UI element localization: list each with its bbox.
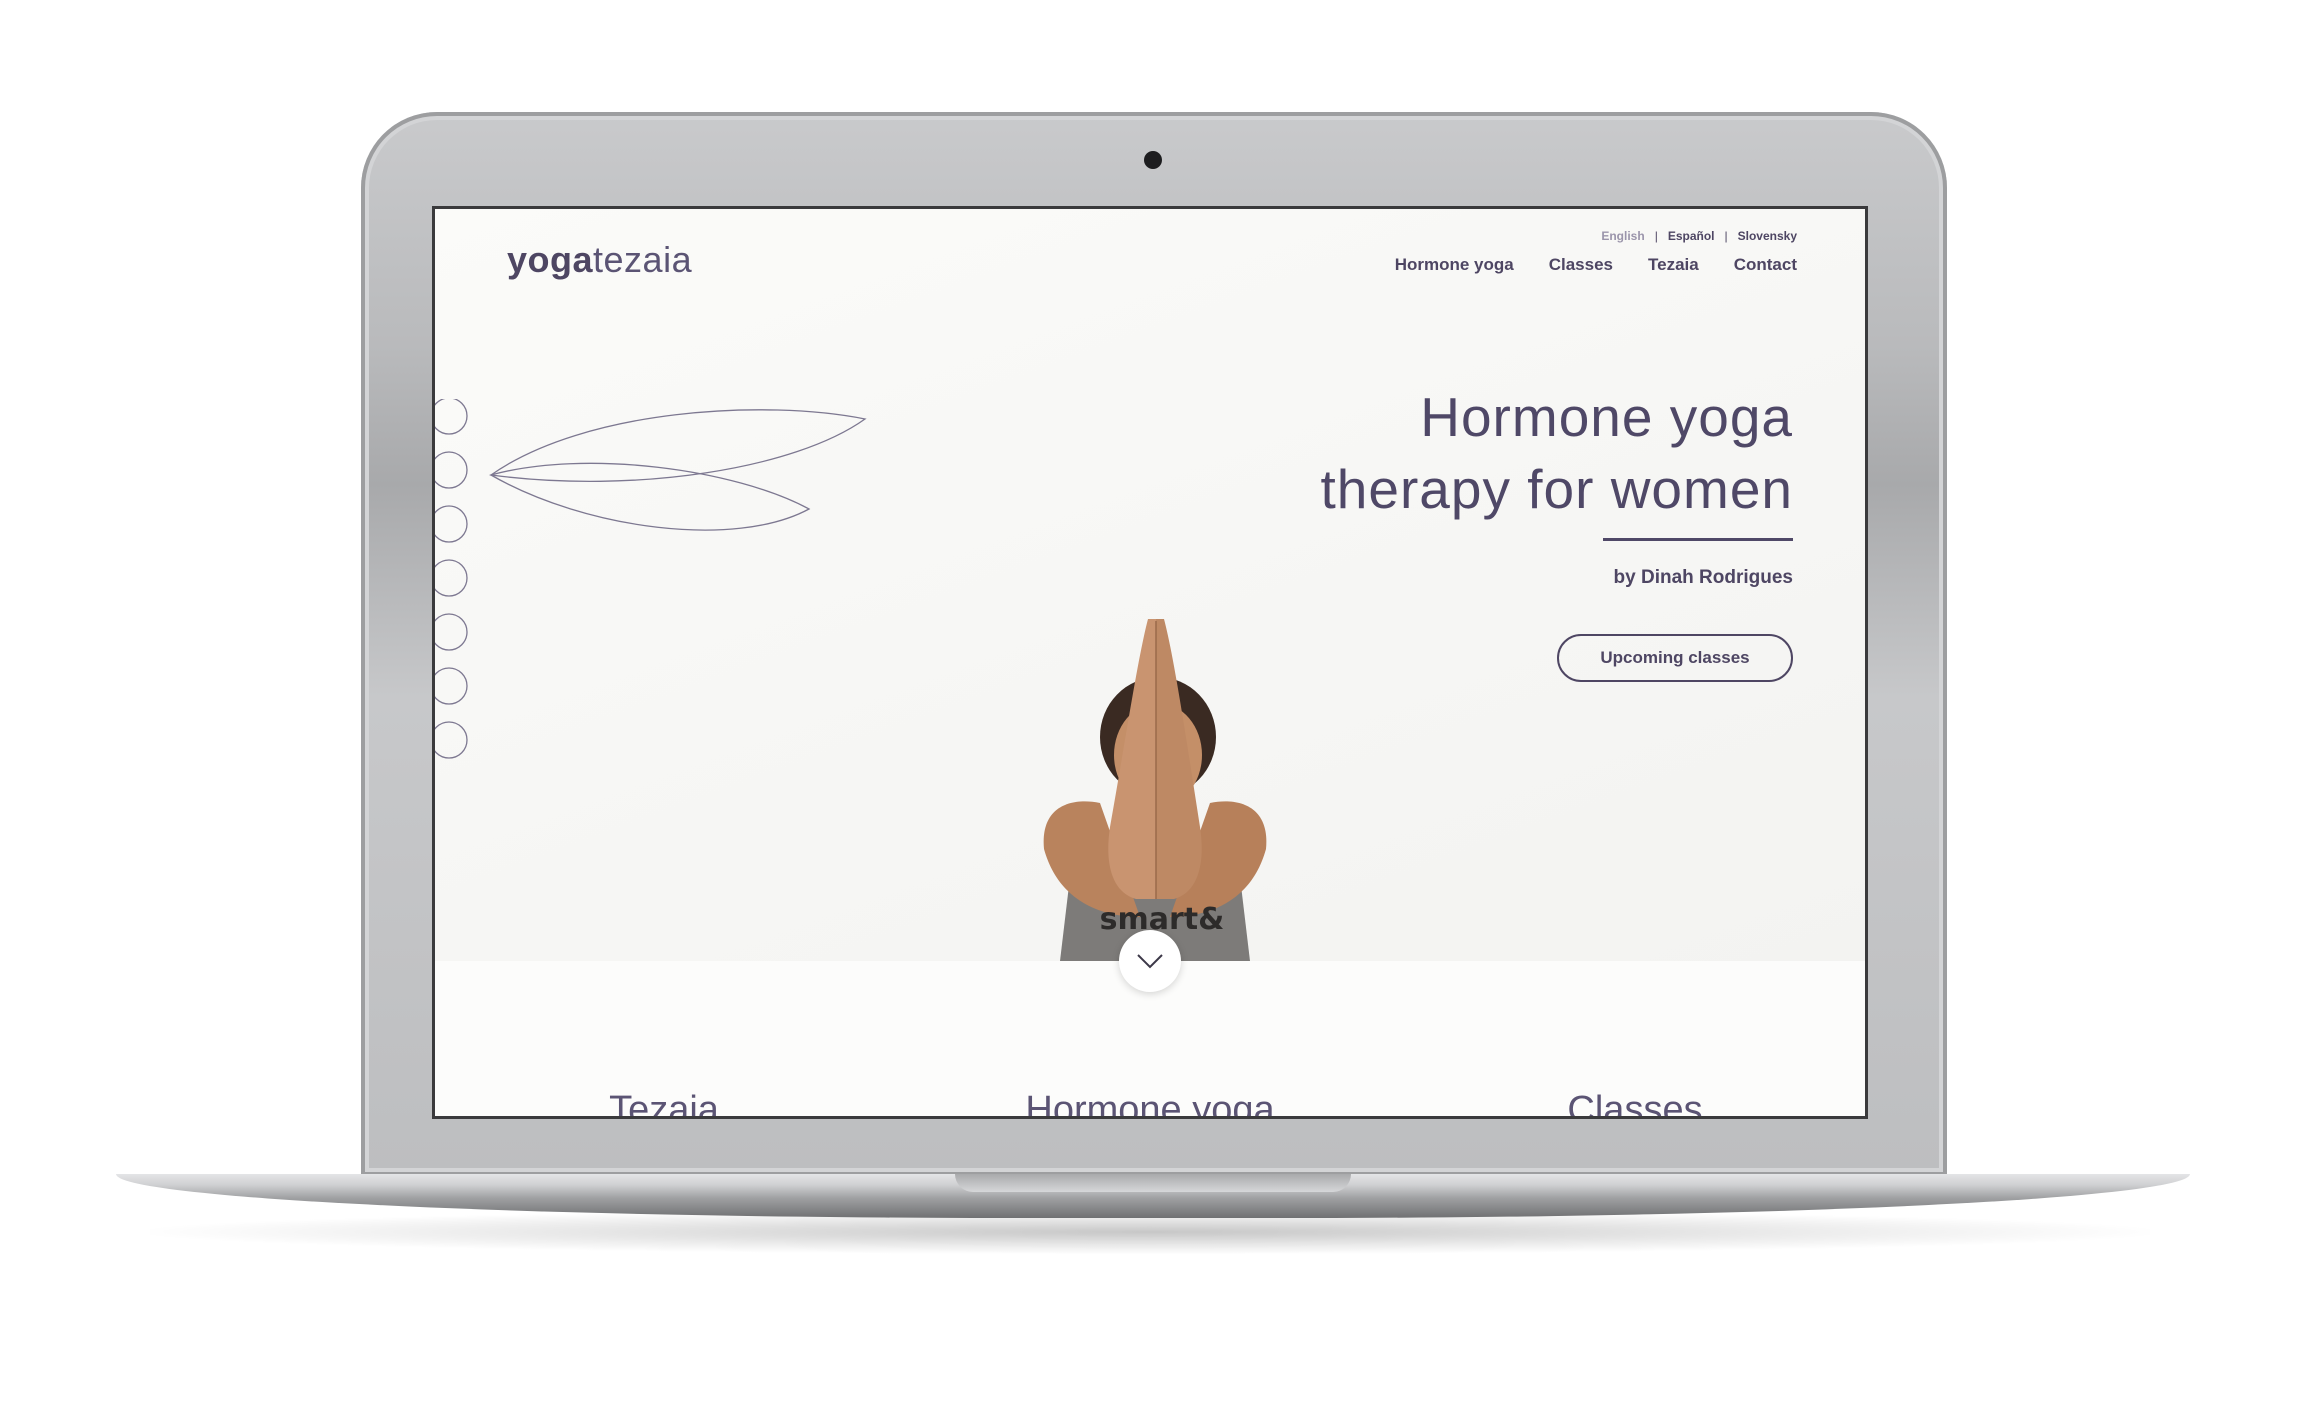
hero-title: Hormone yoga therapy for women [1321,381,1794,525]
webcam [1144,151,1162,169]
lotus-petals-icon [435,399,867,759]
lang-separator: | [1654,229,1658,243]
nav-tezaia[interactable]: Tezaia [1648,255,1699,275]
nav-contact[interactable]: Contact [1734,255,1797,275]
section-title-classes[interactable]: Classes [1567,1089,1702,1116]
lang-separator: | [1724,229,1728,243]
section-title-hormone-yoga[interactable]: Hormone yoga [1025,1089,1274,1116]
nav-classes[interactable]: Classes [1549,255,1613,275]
section-titles: Tezaia Hormone yoga Classes [435,1089,1865,1116]
browser-screen: yogatezaia English | Español | Slovensky Hor… [432,206,1868,1119]
title-underline [1603,538,1793,541]
hero-title-line1: Hormone yoga [1420,386,1793,448]
section-title-tezaia[interactable]: Tezaia [609,1089,719,1116]
logo-bold: yoga [507,239,594,280]
logo-light: tezaia [593,239,693,280]
lang-espanol[interactable]: Español [1668,229,1715,243]
upcoming-classes-button[interactable]: Upcoming classes [1557,634,1793,682]
hero-title-line2: therapy for women [1320,458,1793,520]
chevron-down-icon [1137,954,1163,969]
nav-hormone-yoga[interactable]: Hormone yoga [1395,255,1514,275]
lang-english[interactable]: English [1601,229,1644,243]
yoga-woman-image: smart& [1043,619,1267,961]
main-nav: Hormone yoga Classes Tezaia Contact [1395,255,1797,275]
lang-slovensky[interactable]: Slovensky [1738,229,1797,243]
scroll-down-button[interactable] [1119,930,1181,992]
hero-section: yogatezaia English | Español | Slovensky Hor… [435,209,1865,961]
site-logo[interactable]: yogatezaia [507,239,692,281]
laptop-notch [955,1174,1351,1192]
hero-byline: by Dinah Rodrigues [1613,567,1793,588]
language-switcher: English | Español | Slovensky [1601,229,1797,243]
